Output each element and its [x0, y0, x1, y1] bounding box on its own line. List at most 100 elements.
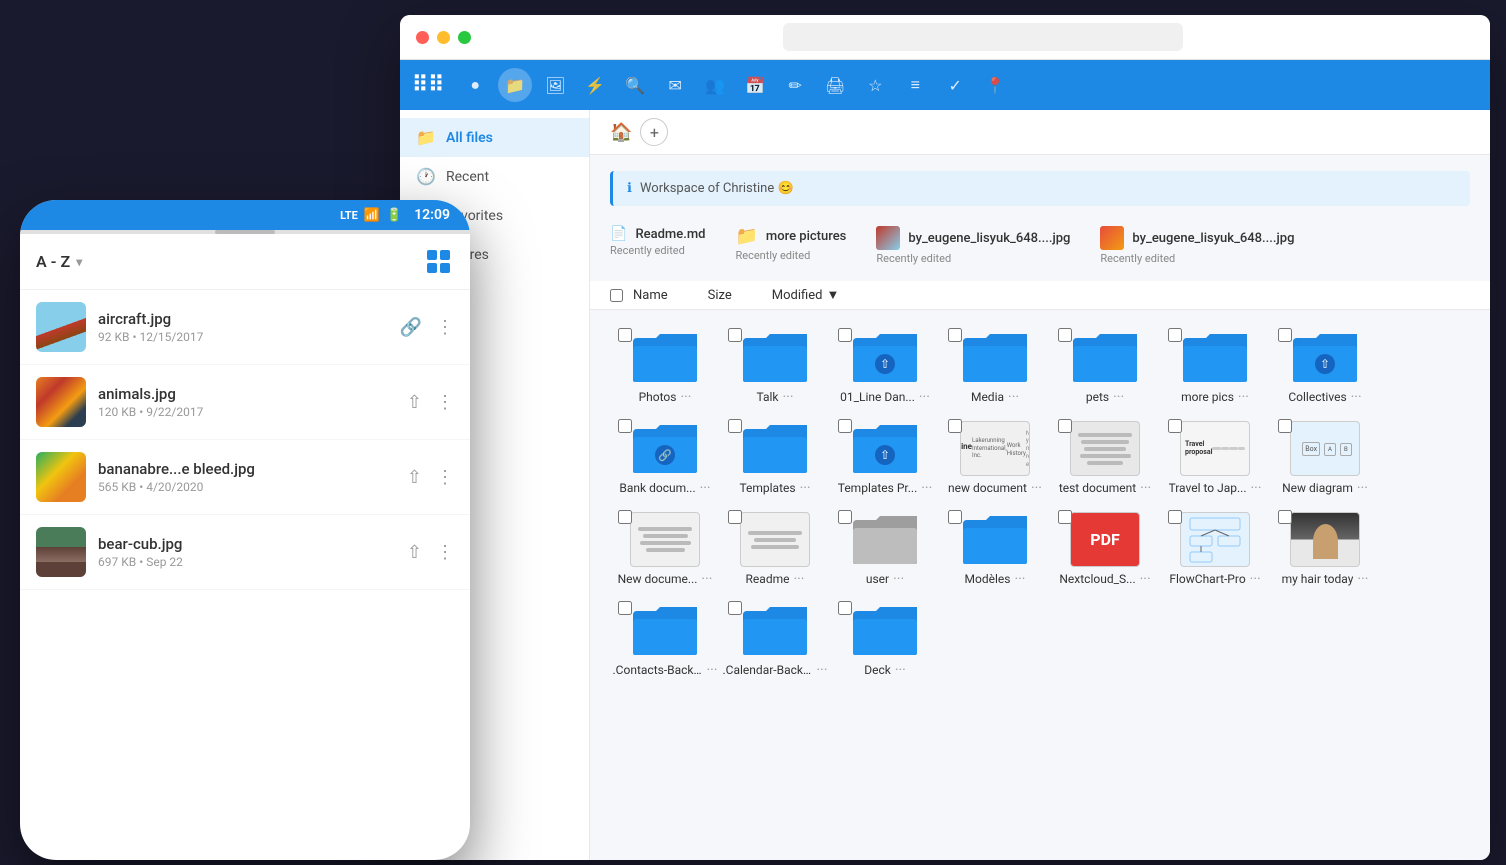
nav-activity-icon[interactable]: ⚡: [578, 68, 612, 102]
file-item-readme[interactable]: Readme ···: [720, 504, 830, 595]
more-options-icon[interactable]: ···: [1113, 389, 1124, 405]
file-checkbox[interactable]: [1058, 419, 1072, 433]
maximize-button[interactable]: [458, 31, 471, 44]
more-options-icon[interactable]: ···: [895, 662, 906, 678]
file-item-travel[interactable]: Travel proposal Travel to Jap... ···: [1160, 413, 1270, 504]
share-icon[interactable]: ⇧: [407, 467, 422, 488]
nav-star-icon[interactable]: ☆: [858, 68, 892, 102]
nav-home-icon[interactable]: ●: [458, 68, 492, 102]
col-modified-header[interactable]: Modified ▼: [772, 287, 840, 303]
col-name-header[interactable]: Name: [633, 288, 668, 303]
nav-mail-icon[interactable]: ✉: [658, 68, 692, 102]
file-item-templates-pr[interactable]: ⇧ Templates Pr... ···: [830, 413, 940, 504]
recent-item-readme[interactable]: 📄 Readme.md Recently edited: [610, 226, 705, 265]
more-options-icon[interactable]: ⋮: [436, 467, 454, 488]
nav-contacts-icon[interactable]: 👥: [698, 68, 732, 102]
file-checkbox[interactable]: [948, 419, 962, 433]
more-options-icon[interactable]: ···: [1031, 480, 1042, 496]
share-icon[interactable]: ⇧: [407, 392, 422, 413]
nav-print-icon[interactable]: 🖨: [818, 68, 852, 102]
more-options-icon[interactable]: ···: [893, 571, 904, 587]
nav-list-icon[interactable]: ≡: [898, 68, 932, 102]
more-options-icon[interactable]: ···: [701, 571, 712, 587]
home-icon[interactable]: 🏠: [610, 122, 632, 143]
more-options-icon[interactable]: ···: [1140, 571, 1151, 587]
list-item[interactable]: animals.jpg 120 KB • 9/22/2017 ⇧ ⋮: [20, 365, 470, 440]
add-button[interactable]: +: [640, 118, 668, 146]
recent-item-more-pictures[interactable]: 📁 more pictures Recently edited: [735, 226, 846, 265]
file-checkbox[interactable]: [1278, 510, 1292, 524]
file-item-calendar-backup[interactable]: .Calendar-Backup ···: [720, 595, 830, 686]
file-item-new-diagram[interactable]: Box A B New diagram ···: [1270, 413, 1380, 504]
more-options-icon[interactable]: ···: [680, 389, 691, 405]
file-checkbox[interactable]: [728, 510, 742, 524]
file-item-modeles[interactable]: Modèles ···: [940, 504, 1050, 595]
sidebar-item-all-files[interactable]: 📁 All files: [400, 118, 589, 157]
file-item-user[interactable]: user ···: [830, 504, 940, 595]
nav-location-icon[interactable]: 📍: [978, 68, 1012, 102]
file-item-pets[interactable]: pets ···: [1050, 322, 1160, 413]
recent-item-photo1[interactable]: by_eugene_lisyuk_648....jpg Recently edi…: [876, 226, 1070, 265]
sidebar-item-recent[interactable]: 🕐 Recent: [400, 157, 589, 196]
select-all-checkbox[interactable]: [610, 289, 623, 302]
more-options-icon[interactable]: ···: [1351, 389, 1362, 405]
more-options-icon[interactable]: ···: [1250, 571, 1261, 587]
file-item-media[interactable]: Media ···: [940, 322, 1050, 413]
minimize-button[interactable]: [437, 31, 450, 44]
more-options-icon[interactable]: ⋮: [436, 317, 454, 338]
sort-selector[interactable]: A - Z ▾: [36, 252, 82, 271]
file-item-templates[interactable]: Templates ···: [720, 413, 830, 504]
file-item-test-document[interactable]: test document ···: [1050, 413, 1160, 504]
more-options-icon[interactable]: ···: [700, 480, 711, 496]
file-item-bank[interactable]: 🔗 Bank docum... ···: [610, 413, 720, 504]
grid-view-button[interactable]: [423, 246, 454, 277]
file-item-collectives[interactable]: ⇧ Collectives ···: [1270, 322, 1380, 413]
file-item-more-pics[interactable]: more pics ···: [1160, 322, 1270, 413]
file-item-nextcloud-s[interactable]: PDF Nextcloud_S... ···: [1050, 504, 1160, 595]
file-checkbox[interactable]: [1168, 510, 1182, 524]
file-item-photos[interactable]: Photos ···: [610, 322, 720, 413]
more-options-icon[interactable]: ⋮: [436, 542, 454, 563]
file-checkbox[interactable]: [1058, 510, 1072, 524]
more-options-icon[interactable]: ···: [919, 389, 930, 405]
more-options-icon[interactable]: ···: [1014, 571, 1025, 587]
file-checkbox[interactable]: [1168, 419, 1182, 433]
col-size-header[interactable]: Size: [708, 288, 732, 303]
more-options-icon[interactable]: ···: [783, 389, 794, 405]
file-item-new-docume[interactable]: New docume... ···: [610, 504, 720, 595]
recent-item-photo2[interactable]: by_eugene_lisyuk_648....jpg Recently edi…: [1100, 226, 1294, 265]
file-item-talk[interactable]: Talk ···: [720, 322, 830, 413]
more-options-icon[interactable]: ···: [793, 571, 804, 587]
file-item-my-hair[interactable]: my hair today ···: [1270, 504, 1380, 595]
more-options-icon[interactable]: ···: [1008, 389, 1019, 405]
nav-files-icon[interactable]: 📁: [498, 68, 532, 102]
more-options-icon[interactable]: ···: [1357, 571, 1368, 587]
list-item[interactable]: aircraft.jpg 92 KB • 12/15/2017 🔗 ⋮: [20, 290, 470, 365]
share-icon[interactable]: ⇧: [407, 542, 422, 563]
more-options-icon[interactable]: ···: [1357, 480, 1368, 496]
link-icon[interactable]: 🔗: [400, 317, 422, 338]
nav-notes-icon[interactable]: ✏: [778, 68, 812, 102]
more-options-icon[interactable]: ···: [1251, 480, 1262, 496]
file-checkbox[interactable]: [1278, 419, 1292, 433]
more-options-icon[interactable]: ···: [707, 662, 718, 678]
file-item-flowchart[interactable]: FlowChart-Pro ···: [1160, 504, 1270, 595]
more-options-icon[interactable]: ⋮: [436, 392, 454, 413]
file-item-new-document[interactable]: Christine Lakerunning International, Inc…: [940, 413, 1050, 504]
list-item[interactable]: bear-cub.jpg 697 KB • Sep 22 ⇧ ⋮: [20, 515, 470, 590]
more-options-icon[interactable]: ···: [921, 480, 932, 496]
nav-check-icon[interactable]: ✓: [938, 68, 972, 102]
more-options-icon[interactable]: ···: [1238, 389, 1249, 405]
file-item-deck[interactable]: Deck ···: [830, 595, 940, 686]
file-checkbox[interactable]: [618, 510, 632, 524]
list-item[interactable]: bananabre...e bleed.jpg 565 KB • 4/20/20…: [20, 440, 470, 515]
more-options-icon[interactable]: ···: [1140, 480, 1151, 496]
nav-search-icon[interactable]: 🔍: [618, 68, 652, 102]
nav-photos-icon[interactable]: 🖼: [538, 68, 572, 102]
address-bar[interactable]: [783, 23, 1183, 51]
file-item-01-line[interactable]: ⇧ 01_Line Dan... ···: [830, 322, 940, 413]
more-options-icon[interactable]: ···: [800, 480, 811, 496]
more-options-icon[interactable]: ···: [817, 662, 828, 678]
close-button[interactable]: [416, 31, 429, 44]
file-item-contacts-backup[interactable]: .Contacts-Backup ···: [610, 595, 720, 686]
